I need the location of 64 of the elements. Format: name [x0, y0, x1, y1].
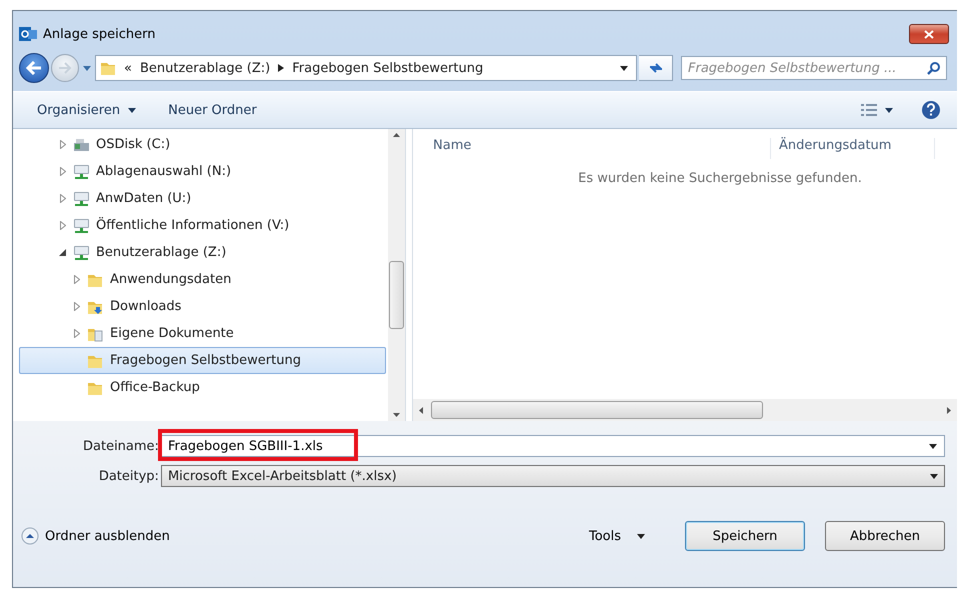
scroll-right-arrow-icon	[947, 406, 951, 414]
network-drive-icon	[73, 164, 90, 180]
tree-item[interactable]: Benutzerablage (Z:)	[19, 239, 386, 266]
tree-item[interactable]: Ablagenauswahl (N:)	[19, 158, 386, 185]
tree-item[interactable]: Fragebogen Selbstbewertung	[19, 347, 386, 374]
new-folder-button[interactable]: Neuer Ordner	[164, 100, 261, 120]
caret-icon	[637, 534, 645, 538]
dropdown-caret-icon	[929, 444, 937, 449]
scroll-down-arrow-icon	[393, 413, 400, 417]
dropdown-caret-icon	[930, 474, 938, 478]
organize-menu-button[interactable]: Organisieren	[33, 100, 140, 120]
tree-item[interactable]: Öffentliche Informationen (V:)	[19, 212, 386, 239]
tree-item[interactable]: AnwDaten (U:)	[19, 185, 386, 212]
tree-item[interactable]: OSDisk (C:)	[19, 131, 386, 158]
scroll-up-arrow-icon	[393, 133, 400, 137]
forward-arrow-icon	[58, 62, 72, 74]
help-icon	[921, 100, 941, 120]
list-view-icon	[861, 104, 877, 116]
empty-message: Es wurden keine Suchergebnisse gefunden.	[577, 171, 862, 188]
address-overflow-button[interactable]: «	[124, 60, 132, 76]
drive-icon	[73, 136, 90, 152]
file-type-dropdown[interactable]: Microsoft Excel-Arbeitsblatt (*.xlsx)	[160, 465, 945, 487]
field-label: Dateiname:	[82, 438, 159, 454]
network-drive-icon	[73, 244, 90, 260]
dropdown-caret-icon	[620, 66, 628, 70]
horizontal-scrollbar[interactable]	[413, 399, 957, 421]
outlook-logo-icon	[19, 26, 37, 42]
folder-icon	[100, 60, 116, 76]
back-arrow-icon	[26, 61, 42, 75]
vertical-scrollbar[interactable]	[388, 129, 405, 421]
window-title: Anlage speichern	[43, 26, 156, 42]
scroll-thumb[interactable]	[389, 261, 404, 329]
file-name-field[interactable]: Fragebogen SGBIII-1.xls	[160, 435, 945, 457]
refresh-arrows-icon	[648, 61, 664, 75]
close-button[interactable]	[909, 24, 949, 44]
address-crumb[interactable]: Benutzerablage (Z:)	[140, 60, 270, 76]
address-crumb[interactable]: Fragebogen Selbstbewertung	[292, 60, 484, 76]
tree-item[interactable]: Office-Backup	[19, 374, 386, 401]
search-field[interactable]: Fragebogen Selbstbewertung ...	[681, 56, 947, 80]
column-header[interactable]: Name	[413, 138, 771, 159]
history-dropdown-button[interactable]	[81, 66, 93, 70]
help-button[interactable]	[921, 100, 941, 120]
cancel-button[interactable]: Abbrechen	[825, 521, 945, 551]
back-button[interactable]	[19, 53, 49, 83]
scroll-left-arrow-icon	[419, 406, 423, 414]
search-icon	[927, 62, 940, 75]
refresh-button[interactable]	[639, 55, 673, 81]
tree-item[interactable]: Eigene Dokumente	[19, 320, 386, 347]
caret-icon	[83, 66, 91, 70]
tree-item[interactable]: Downloads	[19, 293, 386, 320]
save-button[interactable]: Speichern	[685, 521, 805, 551]
field-label: Dateityp:	[98, 468, 159, 484]
column-header[interactable]: Änderungsdatum	[771, 138, 935, 159]
tools-menu-button[interactable]: Tools	[588, 526, 645, 546]
scroll-thumb[interactable]	[431, 401, 763, 419]
network-drive-icon	[73, 218, 90, 234]
tree-item[interactable]: Anwendungsdaten	[19, 266, 386, 293]
close-icon	[924, 30, 934, 38]
hide-folders-button[interactable]: Ordner ausblenden	[21, 525, 170, 547]
collapse-up-icon	[21, 527, 39, 545]
caret-icon	[885, 108, 893, 112]
address-bar[interactable]: « Benutzerablage (Z:) Fragebogen Selbstbewertung	[95, 55, 637, 81]
network-drive-icon	[73, 190, 90, 206]
separator-arrow-icon	[278, 64, 284, 72]
